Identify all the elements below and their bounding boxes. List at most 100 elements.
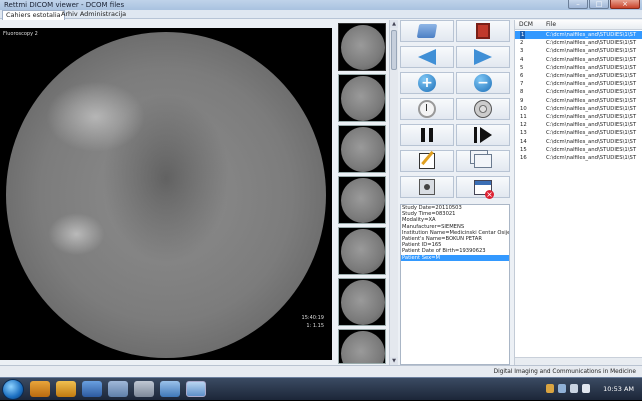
file-row[interactable]: 15 C:\dcm\nalfiles_and\STUDIES\1\ST <box>515 146 642 154</box>
file-row[interactable]: 5 C:\dcm\nalfiles_and\STUDIES\1\ST <box>515 64 642 72</box>
taskbar-app-icon[interactable] <box>30 381 50 397</box>
file-row[interactable]: 3 C:\dcm\nalfiles_and\STUDIES\1\ST <box>515 47 642 55</box>
thumbnail[interactable] <box>338 176 386 224</box>
frame-info: 15:40:19 1: 1.15 <box>302 314 324 330</box>
tray-icon[interactable] <box>558 384 566 393</box>
previous-button[interactable] <box>400 46 454 68</box>
file-row[interactable]: 7 C:\dcm\nalfiles_and\STUDIES\1\ST <box>515 80 642 88</box>
file-list-hscrollbar[interactable] <box>515 357 642 365</box>
thumbnail[interactable] <box>338 329 386 364</box>
tab-strip: Cahiers estotalia Arhiv Administracija <box>0 10 642 20</box>
zoom-in-icon: + <box>418 74 436 92</box>
file-row[interactable]: 13 C:\dcm\nalfiles_and\STUDIES\1\ST <box>515 129 642 137</box>
start-button[interactable] <box>2 379 24 400</box>
series-label: Fluoroscopy 2 <box>3 31 38 37</box>
cine-button[interactable] <box>456 98 510 120</box>
file-row[interactable]: 2 C:\dcm\nalfiles_and\STUDIES\1\ST <box>515 39 642 47</box>
timer-button[interactable] <box>400 98 454 120</box>
file-row-path: C:\dcm\nalfiles_and\STUDIES\1\ST <box>546 73 637 79</box>
taskbar-app-icon[interactable] <box>82 381 102 397</box>
tab-arhiv[interactable]: Arhiv Administracija <box>58 10 129 19</box>
maximize-button[interactable]: □ <box>589 0 609 9</box>
frame-info-line: 15:40:19 <box>301 315 324 321</box>
file-row-path: C:\dcm\nalfiles_and\STUDIES\1\ST <box>546 97 637 104</box>
tray-icon[interactable] <box>570 384 578 393</box>
pause-button[interactable] <box>400 124 454 146</box>
thumbnail-scrollbar[interactable]: ▲ ▼ <box>389 20 398 365</box>
copy-button[interactable] <box>456 150 510 172</box>
step-forward-icon <box>474 127 477 143</box>
file-row-path: C:\dcm\nalfiles_and\STUDIES\1\ST <box>546 130 637 137</box>
exit-button[interactable] <box>456 20 510 42</box>
arrow-right-icon <box>474 49 492 65</box>
dicom-info-panel[interactable]: Study Date=20110503 Study Time=083021 Mo… <box>400 204 510 365</box>
column-header-dcm[interactable]: DCM <box>519 20 533 30</box>
file-row-index: 14 <box>520 138 527 145</box>
tray-icon[interactable] <box>546 384 554 393</box>
taskbar-app-icon[interactable] <box>134 381 154 397</box>
file-row[interactable]: 8 C:\dcm\nalfiles_and\STUDIES\1\ST <box>515 88 642 96</box>
file-row[interactable]: 6 C:\dcm\nalfiles_and\STUDIES\1\ST <box>515 72 642 80</box>
fluoroscopy-image <box>6 32 326 358</box>
file-row-index: 15 <box>520 146 527 153</box>
tray-icon[interactable] <box>582 384 590 393</box>
file-row[interactable]: 4 C:\dcm\nalfiles_and\STUDIES\1\ST <box>515 56 642 64</box>
file-row[interactable]: 10 C:\dcm\nalfiles_and\STUDIES\1\ST <box>515 105 642 113</box>
thumbnail[interactable] <box>338 278 386 326</box>
open-folder-icon <box>416 24 438 38</box>
file-row-path: C:\dcm\nalfiles_and\STUDIES\1\ST <box>546 89 637 96</box>
zoom-out-button[interactable]: − <box>456 72 510 94</box>
next-button[interactable] <box>456 46 510 68</box>
window-controls: – □ × <box>567 0 640 10</box>
thumbnail[interactable] <box>338 74 386 122</box>
taskbar: 10:53 AM <box>0 377 642 400</box>
open-button[interactable] <box>400 20 454 42</box>
file-row-index: 16 <box>520 155 527 161</box>
file-row-index: 6 <box>520 73 524 79</box>
file-row-path: C:\dcm\nalfiles_and\STUDIES\1\ST <box>546 64 637 71</box>
file-row-index: 12 <box>520 122 527 129</box>
close-study-button[interactable] <box>456 176 510 199</box>
step-forward-button[interactable] <box>456 124 510 146</box>
file-row[interactable]: 12 C:\dcm\nalfiles_and\STUDIES\1\ST <box>515 121 642 129</box>
file-row[interactable]: 9 C:\dcm\nalfiles_and\STUDIES\1\ST <box>515 97 642 105</box>
scroll-up-icon[interactable]: ▲ <box>390 20 398 28</box>
taskbar-clock[interactable]: 10:53 AM <box>603 378 634 401</box>
thumbnail[interactable] <box>338 227 386 275</box>
thumbnail[interactable] <box>338 125 386 173</box>
taskbar-app-icon[interactable] <box>108 381 128 397</box>
column-header-file[interactable]: File <box>546 20 556 30</box>
image-viewport[interactable]: Fluoroscopy 2 15:40:19 1: 1.15 <box>0 28 332 360</box>
file-row-index: 4 <box>520 56 524 63</box>
thumbnail[interactable] <box>338 23 386 71</box>
zoom-in-button[interactable]: + <box>400 72 454 94</box>
tab-cahiers[interactable]: Cahiers estotalia <box>2 10 65 20</box>
thumbnail-strip <box>336 20 388 365</box>
taskbar-app-icon[interactable] <box>56 381 76 397</box>
scroll-thumb[interactable] <box>391 30 397 70</box>
exit-door-icon <box>476 23 490 39</box>
zoom-out-icon: − <box>474 74 492 92</box>
window-title: Rettmi DICOM viewer - DCOM files <box>4 1 125 9</box>
file-row-path: C:\dcm\nalfiles_and\STUDIES\1\ST <box>546 114 637 120</box>
file-row[interactable]: 1 C:\dcm\nalfiles_and\STUDIES\1\ST <box>515 31 642 39</box>
save-disc-button[interactable] <box>400 176 454 198</box>
info-line-selected[interactable]: Patient Sex=M <box>401 254 509 261</box>
file-row[interactable]: 11 C:\dcm\nalfiles_and\STUDIES\1\ST <box>515 113 642 121</box>
taskbar-app-icon[interactable] <box>160 381 180 397</box>
taskbar-app-icon-active[interactable] <box>186 381 206 397</box>
file-row-path: C:\dcm\nalfiles_and\STUDIES\1\ST <box>546 105 637 112</box>
file-row[interactable]: 14 C:\dcm\nalfiles_and\STUDIES\1\ST <box>515 138 642 146</box>
close-button[interactable]: × <box>610 0 640 9</box>
minimize-button[interactable]: – <box>568 0 588 9</box>
file-list-header: DCM File <box>515 20 642 30</box>
system-tray <box>546 384 590 393</box>
file-row[interactable]: 16 C:\dcm\nalfiles_and\STUDIES\1\ST <box>515 154 642 162</box>
edit-button[interactable] <box>400 150 454 172</box>
file-row-index: 3 <box>520 48 524 55</box>
frame-info-line: 1: 1.15 <box>306 323 324 329</box>
file-row-index: 7 <box>520 81 524 88</box>
file-row-path: C:\dcm\nalfiles_and\STUDIES\1\ST <box>546 155 637 161</box>
scroll-down-icon[interactable]: ▼ <box>390 357 398 365</box>
dicom-viewer-window: Rettmi DICOM viewer - DCOM files – □ × C… <box>0 0 642 400</box>
